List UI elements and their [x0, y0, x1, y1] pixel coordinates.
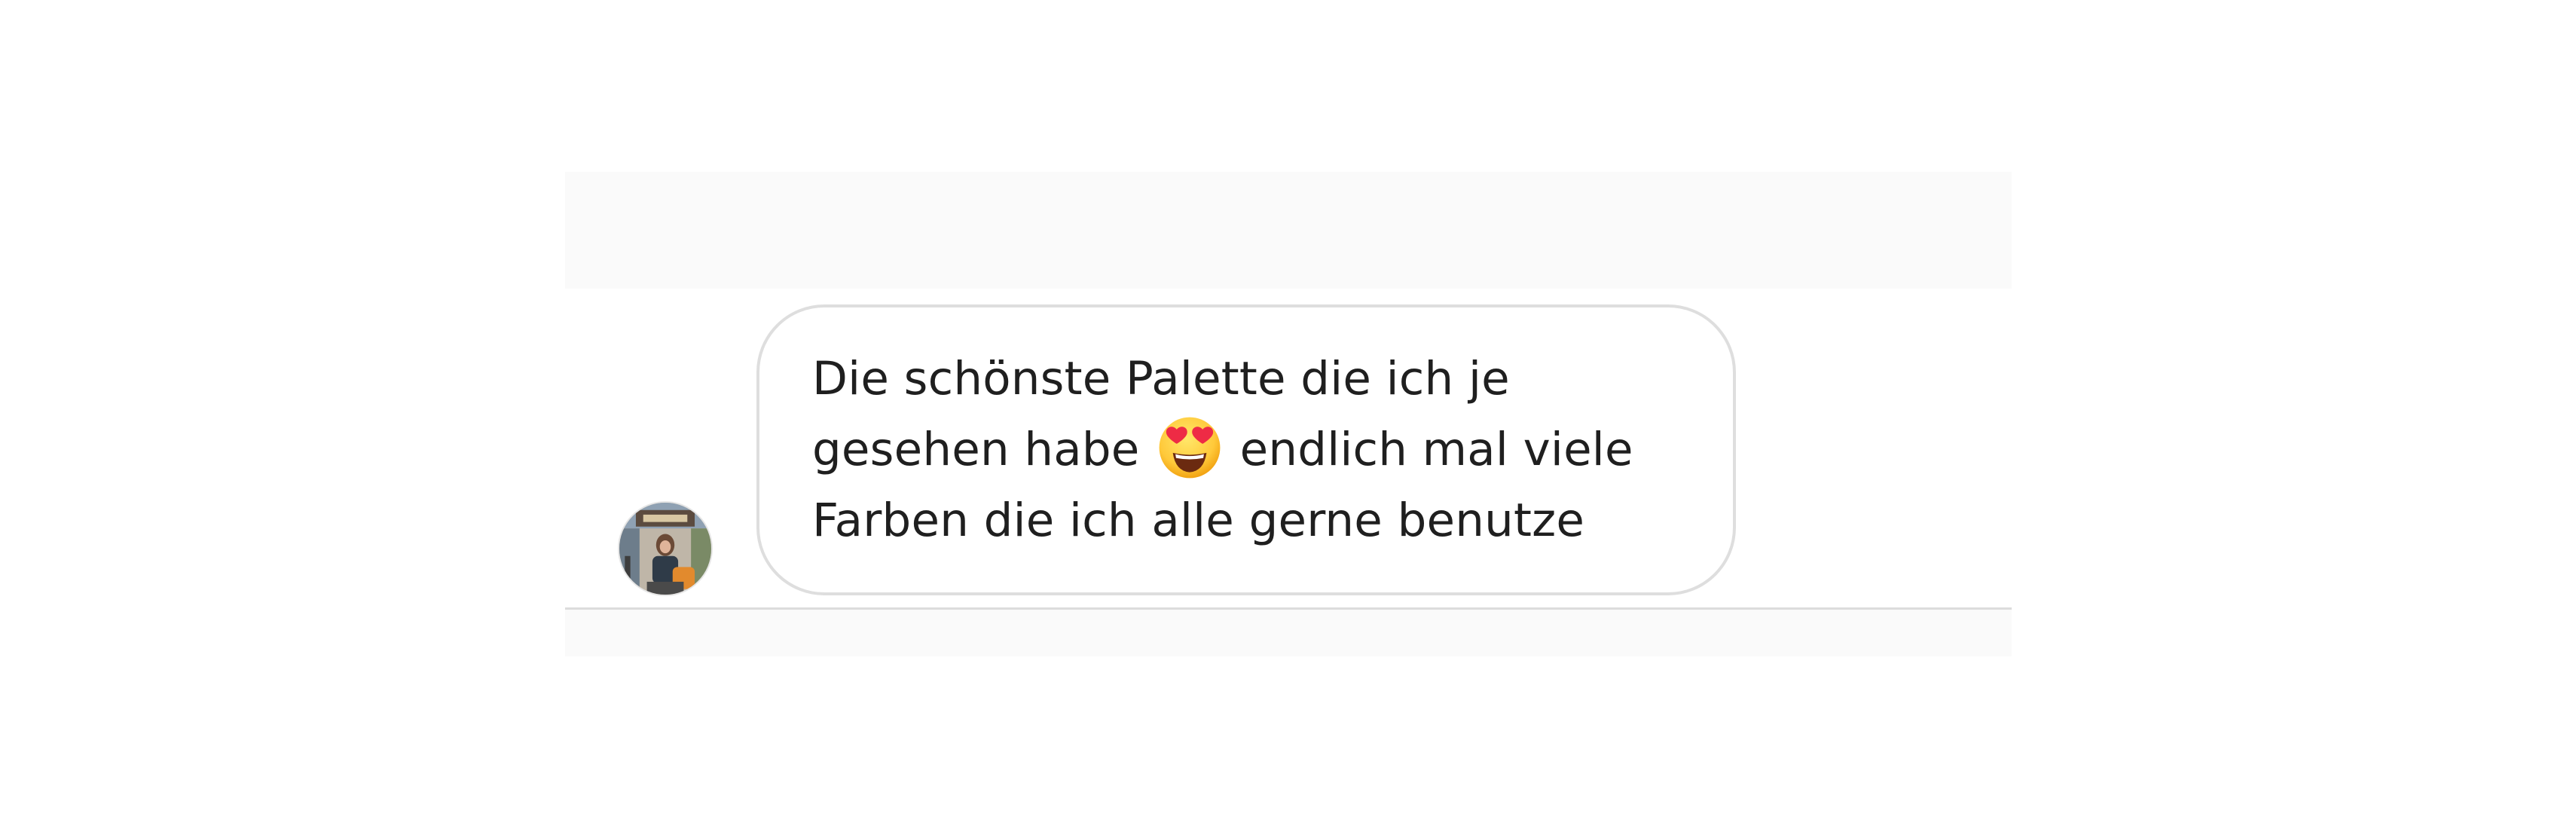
message-line-3: Farben die ich alle gerne benutze: [812, 494, 1585, 547]
profile-photo-icon: [619, 503, 711, 595]
message-line-2-start: gesehen habe: [812, 423, 1155, 476]
screen: Die schönste Palette die ich je gesehen …: [0, 0, 2576, 829]
composer-area: [565, 607, 2012, 656]
message-line-1: Die schönste Palette die ich je: [812, 352, 1510, 405]
message-line-2-end: endlich mal viele: [1225, 423, 1633, 476]
heart-eyes-emoji-icon: [1157, 415, 1222, 480]
chat-thread: Die schönste Palette die ich je gesehen …: [565, 172, 2012, 656]
message-text: Die schönste Palette die ich je gesehen …: [812, 344, 1688, 556]
message-bubble[interactable]: Die schönste Palette die ich je gesehen …: [756, 304, 1736, 595]
sender-avatar[interactable]: [618, 501, 713, 596]
thread-header-area: [565, 172, 2012, 289]
